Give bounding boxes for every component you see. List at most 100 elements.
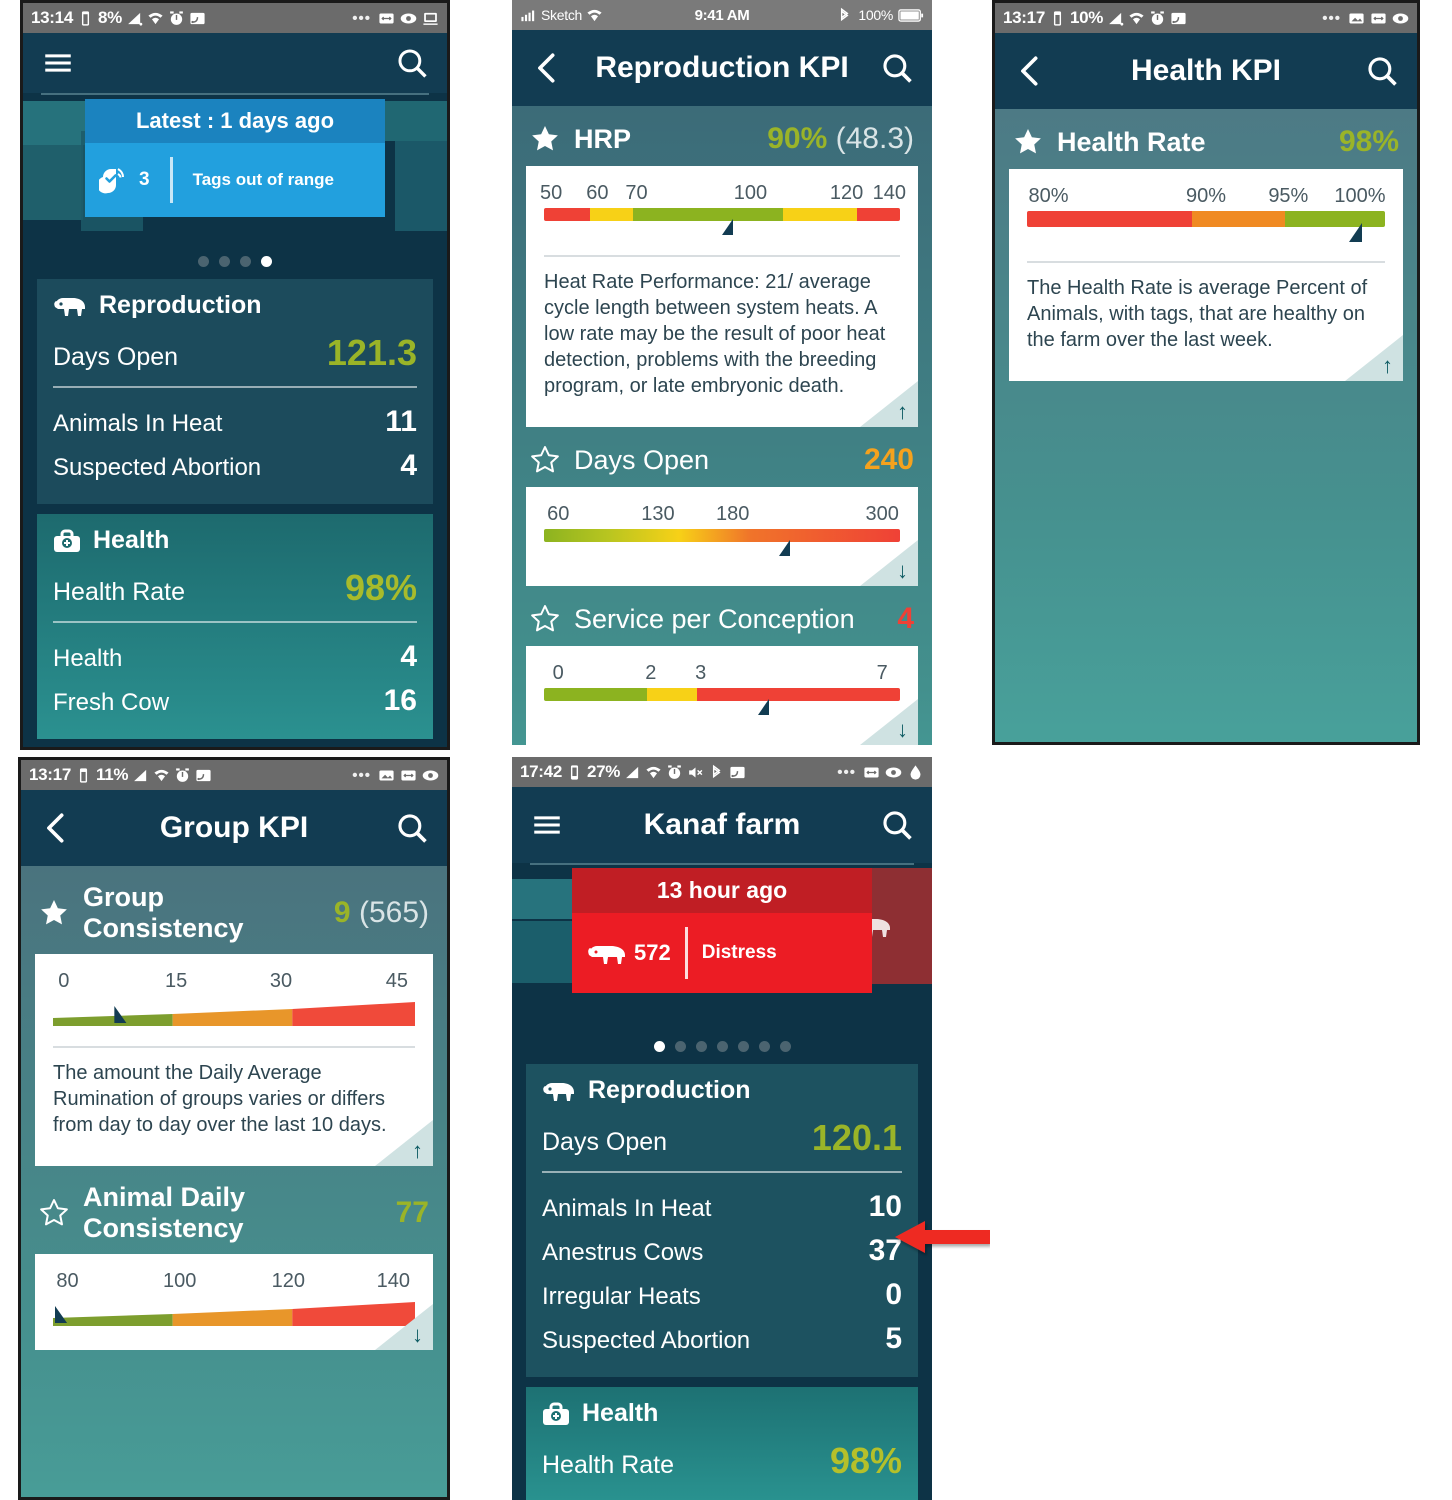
kpi-main-row[interactable]: Days Open 121.3	[53, 326, 417, 384]
nav-bar-p2: Reproduction KPI	[512, 30, 932, 106]
hamburger-menu-icon[interactable]	[530, 808, 564, 842]
pager-dot-active[interactable]	[261, 256, 272, 267]
card-title: Reproduction	[588, 1076, 751, 1104]
star-filled-icon[interactable]	[530, 124, 560, 154]
alarm-icon	[666, 764, 683, 781]
star-outline-icon[interactable]	[530, 445, 560, 475]
expand-corner[interactable]: ↑	[1345, 335, 1403, 381]
kpi-row[interactable]: Suspected Abortion 5	[542, 1317, 902, 1361]
gauge-card[interactable]: 60 130 180 300 ↓	[526, 487, 918, 586]
tick-label: 60	[586, 182, 609, 204]
expand-corner[interactable]: ↓	[860, 540, 918, 586]
expand-corner[interactable]: ↑	[375, 1120, 433, 1166]
kpi-row-label: Animals In Heat	[53, 410, 223, 437]
tick-label: 140	[872, 182, 906, 204]
pager-dot[interactable]	[779, 1041, 791, 1052]
card-health[interactable]: Health Health Rate 98% Health 4 Fresh Co…	[37, 514, 433, 739]
expand-corner[interactable]: ↑	[860, 381, 918, 427]
kpi-main-row[interactable]: Days Open 120.1	[542, 1111, 902, 1169]
pager-dot[interactable]	[219, 256, 230, 267]
wifi-icon	[153, 767, 170, 784]
gauge-ticks: 0 15 30 45	[53, 970, 415, 996]
kpi-row-label: Animals In Heat	[542, 1195, 712, 1222]
kpi-block-days-open[interactable]: Days Open 240 60 130 180 300 ↓	[512, 427, 932, 586]
hero-separator	[169, 157, 173, 203]
carousel-pager-p5[interactable]	[512, 1030, 932, 1064]
medical-bag-icon	[542, 1401, 570, 1427]
kpi-row[interactable]: Health 4	[53, 635, 417, 679]
kpi-row-value: 4	[400, 449, 417, 482]
search-icon[interactable]	[1365, 54, 1399, 88]
kpi-block-service-per-conception[interactable]: Service per Conception 4 0 2 3 7 ↓	[512, 586, 932, 745]
tick-label: 120	[271, 1270, 305, 1292]
arrow-down-icon: ↓	[412, 1322, 423, 1347]
pager-dot[interactable]	[240, 256, 251, 267]
search-icon[interactable]	[880, 51, 914, 85]
kpi-main-label: Health Rate	[542, 1451, 675, 1479]
search-icon[interactable]	[880, 808, 914, 842]
star-filled-icon[interactable]	[39, 898, 69, 928]
hero-carousel-p1[interactable]: Latest : 1 days ago 3 Tags out of range	[23, 95, 447, 245]
tick-label: 15	[164, 970, 188, 992]
resize-icon	[378, 10, 395, 27]
hamburger-menu-icon[interactable]	[41, 46, 75, 80]
kpi-main-label: Days Open	[542, 1128, 668, 1156]
kpi-row[interactable]: Suspected Abortion 4	[53, 444, 417, 488]
back-chevron-icon[interactable]	[530, 51, 564, 85]
kpi-block-animal-daily-consistency[interactable]: Animal Daily Consistency 77 80 100 120 1…	[21, 1166, 447, 1350]
expand-corner[interactable]: ↓	[860, 699, 918, 745]
carousel-pager-p1[interactable]	[23, 245, 447, 279]
gauge-card[interactable]: 0 15 30 45 The amount the Daily Average …	[35, 954, 433, 1166]
star-outline-icon[interactable]	[530, 604, 560, 634]
card-reproduction[interactable]: Reproduction Days Open 121.3 Animals In …	[37, 279, 433, 504]
search-icon[interactable]	[395, 811, 429, 845]
card-health[interactable]: Health Health Rate 98%	[526, 1387, 918, 1500]
status-time: 9:41 AM	[694, 6, 750, 24]
phone-panel-dashboard-1: 13:14 8% ••• Latest: 1 days ago 3 Tags …	[20, 0, 450, 750]
back-chevron-icon[interactable]	[1013, 54, 1047, 88]
kpi-row[interactable]: Irregular Heats 0	[542, 1273, 902, 1317]
kpi-row-clipped[interactable]: Fresh Cow 16	[53, 679, 417, 723]
pager-dot[interactable]	[674, 1041, 686, 1052]
tick-label: 90%	[1185, 185, 1227, 207]
gauge-card[interactable]: 80 100 120 140 ↓	[35, 1254, 433, 1350]
kpi-block-health-rate[interactable]: Health Rate 98% 80% 90% 95% 100% The Hea…	[995, 109, 1417, 381]
kpi-row[interactable]: Animals In Heat 10	[542, 1185, 902, 1229]
hero-alert-card[interactable]: 13 hour ago 572 Distress	[572, 868, 872, 993]
bluetooth-icon	[708, 764, 725, 781]
kpi-row[interactable]: Animals In Heat 11	[53, 400, 417, 444]
kpi-row-value: 5	[885, 1322, 902, 1355]
back-chevron-icon[interactable]	[39, 811, 73, 845]
search-icon[interactable]	[395, 46, 429, 80]
kpi-row-anestrus-cows[interactable]: Anestrus Cows 37	[542, 1229, 902, 1273]
pager-dot[interactable]	[716, 1041, 728, 1052]
gauge-card[interactable]: 80% 90% 95% 100% The Health Rate is aver…	[1009, 169, 1403, 381]
kpi-block-hrp[interactable]: HRP 90% (48.3) 50 60 70 100 120 140 Heat…	[512, 106, 932, 427]
pager-dot[interactable]	[758, 1041, 770, 1052]
pager-dot[interactable]	[198, 256, 209, 267]
kpi-main-row[interactable]: Health Rate 98%	[542, 1434, 902, 1492]
kpi-description: Heat Rate Performance: 21/ average cycle…	[544, 271, 886, 397]
card-reproduction[interactable]: Reproduction Days Open 120.1 Animals In …	[526, 1064, 918, 1377]
cast-icon	[729, 764, 746, 781]
gauge-card[interactable]: 50 60 70 100 120 140 Heat Rate Performan…	[526, 166, 918, 427]
droplet-icon	[907, 764, 924, 781]
card-divider	[53, 621, 417, 623]
kpi-row-label: Suspected Abortion	[53, 454, 262, 481]
image-icon	[1348, 10, 1365, 27]
annotation-arrow-anestrus	[895, 1216, 990, 1258]
alert-count: 572	[634, 940, 671, 965]
gauge-bar	[1027, 211, 1385, 227]
star-filled-icon[interactable]	[1013, 127, 1043, 157]
gauge-card[interactable]: 0 2 3 7 ↓	[526, 646, 918, 745]
pager-dot[interactable]	[737, 1041, 749, 1052]
pager-dot[interactable]	[695, 1041, 707, 1052]
kpi-main-row[interactable]: Health Rate 98%	[53, 561, 417, 619]
kpi-block-group-consistency[interactable]: Group Consistency 9 (565) 0 15 30 45 The…	[21, 866, 447, 1166]
hero-alert-card[interactable]: Latest : 1 days ago 3 Tags out of range	[85, 99, 385, 217]
gauge-bar	[544, 529, 900, 542]
hero-carousel-p5[interactable]: 13 hour ago 572 Distress	[512, 865, 932, 1030]
star-outline-icon[interactable]	[39, 1198, 69, 1228]
pager-dot-active[interactable]	[653, 1041, 665, 1052]
expand-corner[interactable]: ↓	[375, 1304, 433, 1350]
